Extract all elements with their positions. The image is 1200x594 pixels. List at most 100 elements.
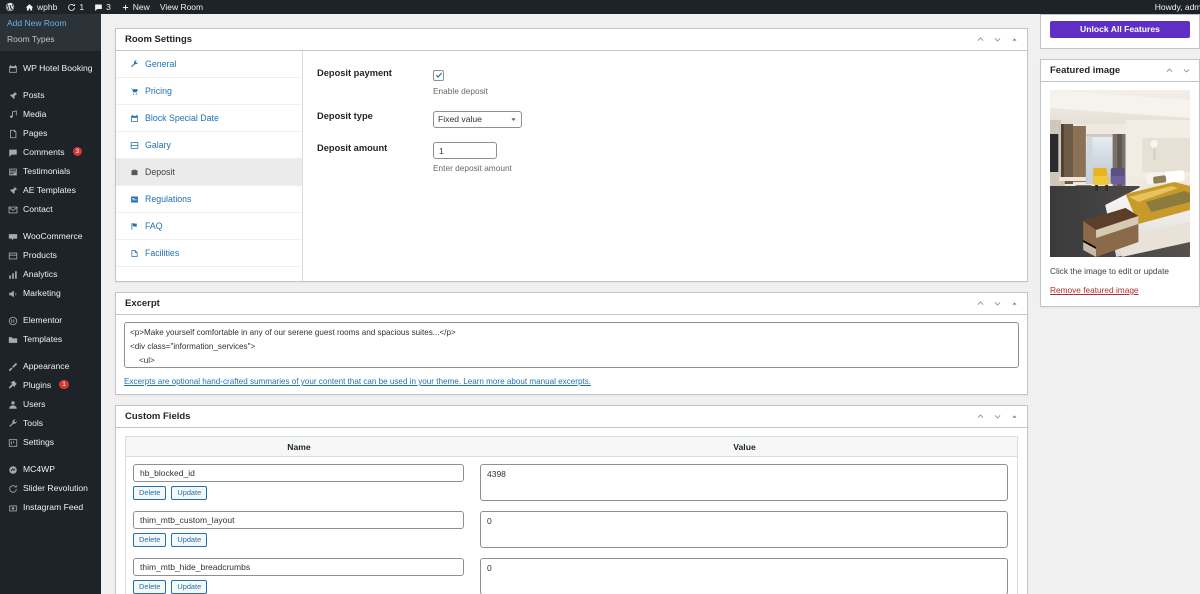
tab-deposit[interactable]: Deposit	[116, 159, 302, 186]
update-button[interactable]: Update	[171, 580, 207, 594]
custom-field-value-textarea[interactable]: 0	[480, 511, 1008, 548]
enable-deposit-checkbox[interactable]	[433, 70, 444, 81]
comments-menu[interactable]: 3	[89, 0, 116, 14]
excerpt-textarea[interactable]: <p>Make yourself comfortable in any of o…	[124, 322, 1019, 368]
toggle-panel-icon[interactable]	[1006, 31, 1023, 48]
custom-field-name-input[interactable]	[133, 464, 464, 482]
tab-galary[interactable]: Galary	[116, 132, 302, 159]
menu-separator	[0, 303, 101, 311]
unlock-all-features-button[interactable]: Unlock All Features	[1050, 21, 1190, 38]
pin-icon	[7, 185, 18, 196]
post-body-side-column: Unlock All Features Featured image	[1040, 14, 1200, 317]
sidebar-item-templates[interactable]: Templates	[0, 330, 101, 349]
sidebar-item-ae-templates[interactable]: AE Templates	[0, 181, 101, 200]
unlock-features-panel: Unlock All Features	[1040, 14, 1200, 49]
sidebar-item-users[interactable]: Users	[0, 395, 101, 414]
sidebar-item-plugins[interactable]: Plugins 1	[0, 376, 101, 395]
briefcase-icon	[129, 167, 139, 177]
hotel-booking-submenu: Add New Room Room Types	[0, 14, 101, 51]
sidebar-item-wp-hotel-booking[interactable]: WP Hotel Booking	[0, 59, 101, 78]
sidebar-item-label: AE Templates	[23, 185, 76, 196]
featured-image-thumbnail[interactable]	[1050, 90, 1190, 257]
toggle-panel-icon[interactable]	[1006, 408, 1023, 425]
panel-handle-actions	[1161, 62, 1195, 79]
move-up-icon[interactable]	[972, 31, 989, 48]
sidebar-item-testimonials[interactable]: Testimonials	[0, 162, 101, 181]
deposit-payment-control: Enable deposit	[433, 67, 1027, 96]
move-up-icon[interactable]	[972, 295, 989, 312]
excerpt-help-text[interactable]: Excerpts are optional hand-crafted summa…	[124, 377, 1019, 386]
remove-featured-image-link[interactable]: Remove featured image	[1050, 285, 1139, 295]
delete-button[interactable]: Delete	[133, 580, 166, 594]
plug-icon	[7, 380, 18, 391]
sidebar-item-instagram-feed[interactable]: Instagram Feed	[0, 498, 101, 517]
deposit-settings-panel: Deposit payment Enable deposit Deposit t…	[303, 51, 1027, 281]
wp-logo-menu[interactable]	[0, 0, 20, 14]
tab-general[interactable]: General	[116, 51, 302, 78]
tab-pricing[interactable]: Pricing	[116, 78, 302, 105]
site-name-menu[interactable]: wphb	[20, 0, 62, 14]
update-button[interactable]: Update	[171, 533, 207, 547]
sidebar-item-tools[interactable]: Tools	[0, 414, 101, 433]
sidebar-item-contact[interactable]: Contact	[0, 200, 101, 219]
move-up-icon[interactable]	[1161, 62, 1178, 79]
post-body-main-column: Room Settings	[115, 28, 1028, 594]
custom-field-value-textarea[interactable]: 4398	[480, 464, 1008, 501]
sidebar-item-marketing[interactable]: Marketing	[0, 284, 101, 303]
deposit-payment-row: Deposit payment Enable deposit	[317, 67, 1027, 96]
new-content-menu[interactable]: New	[116, 0, 155, 14]
sidebar-item-elementor[interactable]: Elementor	[0, 311, 101, 330]
gallery-icon	[129, 140, 139, 150]
menu-separator	[0, 78, 101, 86]
move-down-icon[interactable]	[989, 31, 1006, 48]
deposit-amount-input[interactable]	[433, 142, 497, 159]
view-room-link[interactable]: View Room	[155, 0, 208, 14]
move-down-icon[interactable]	[989, 408, 1006, 425]
sidebar-item-settings[interactable]: Settings	[0, 433, 101, 452]
sidebar-item-woocommerce[interactable]: WooCommerce	[0, 227, 101, 246]
move-down-icon[interactable]	[1178, 62, 1195, 79]
account-menu[interactable]: Howdy, admin	[1155, 0, 1200, 14]
tab-faq[interactable]: FAQ	[116, 213, 302, 240]
sidebar-item-appearance[interactable]: Appearance	[0, 357, 101, 376]
folder-icon	[7, 334, 18, 345]
sidebar-item-comments[interactable]: Comments 3	[0, 143, 101, 162]
sidebar-item-slider-revolution[interactable]: Slider Revolution	[0, 479, 101, 498]
custom-field-name-input[interactable]	[133, 511, 464, 529]
toggle-panel-icon[interactable]	[1006, 295, 1023, 312]
flag-icon	[129, 221, 139, 231]
new-content-label: New	[133, 2, 150, 12]
sidebar-item-media[interactable]: Media	[0, 105, 101, 124]
column-header-name: Name	[126, 437, 472, 456]
tab-label: Deposit	[145, 167, 175, 177]
deposit-amount-label: Deposit amount	[317, 142, 433, 174]
sidebar-item-analytics[interactable]: Analytics	[0, 265, 101, 284]
custom-field-name-input[interactable]	[133, 558, 464, 576]
tab-block-special-date[interactable]: Block Special Date	[116, 105, 302, 132]
tab-regulations[interactable]: Regulations	[116, 186, 302, 213]
move-down-icon[interactable]	[989, 295, 1006, 312]
slider-revolution-icon	[7, 483, 18, 494]
sidebar-item-label: Instagram Feed	[23, 502, 83, 513]
sidebar-item-products[interactable]: Products	[0, 246, 101, 265]
tab-label: Pricing	[145, 86, 172, 96]
deposit-type-select[interactable]: Fixed valuePercent of total	[433, 111, 522, 128]
sidebar-item-mc4wp[interactable]: MC4WP	[0, 460, 101, 479]
submenu-item-room-types[interactable]: Room Types	[0, 31, 101, 47]
delete-button[interactable]: Delete	[133, 533, 166, 547]
delete-button[interactable]: Delete	[133, 486, 166, 500]
updates-menu[interactable]: 1	[62, 0, 89, 14]
sidebar-item-label: WP Hotel Booking	[23, 63, 93, 74]
move-up-icon[interactable]	[972, 408, 989, 425]
sidebar-item-posts[interactable]: Posts	[0, 86, 101, 105]
products-icon	[7, 250, 18, 261]
submenu-item-add-new-room[interactable]: Add New Room	[0, 15, 101, 31]
menu-separator	[0, 219, 101, 227]
tab-facilities[interactable]: Facilities	[116, 240, 302, 267]
panel-title: Room Settings	[125, 34, 972, 45]
sidebar-item-pages[interactable]: Pages	[0, 124, 101, 143]
custom-field-value-textarea[interactable]: 0	[480, 558, 1008, 594]
deposit-amount-description: Enter deposit amount	[433, 163, 1027, 173]
update-button[interactable]: Update	[171, 486, 207, 500]
custom-field-value-cell: 0	[472, 511, 1017, 551]
